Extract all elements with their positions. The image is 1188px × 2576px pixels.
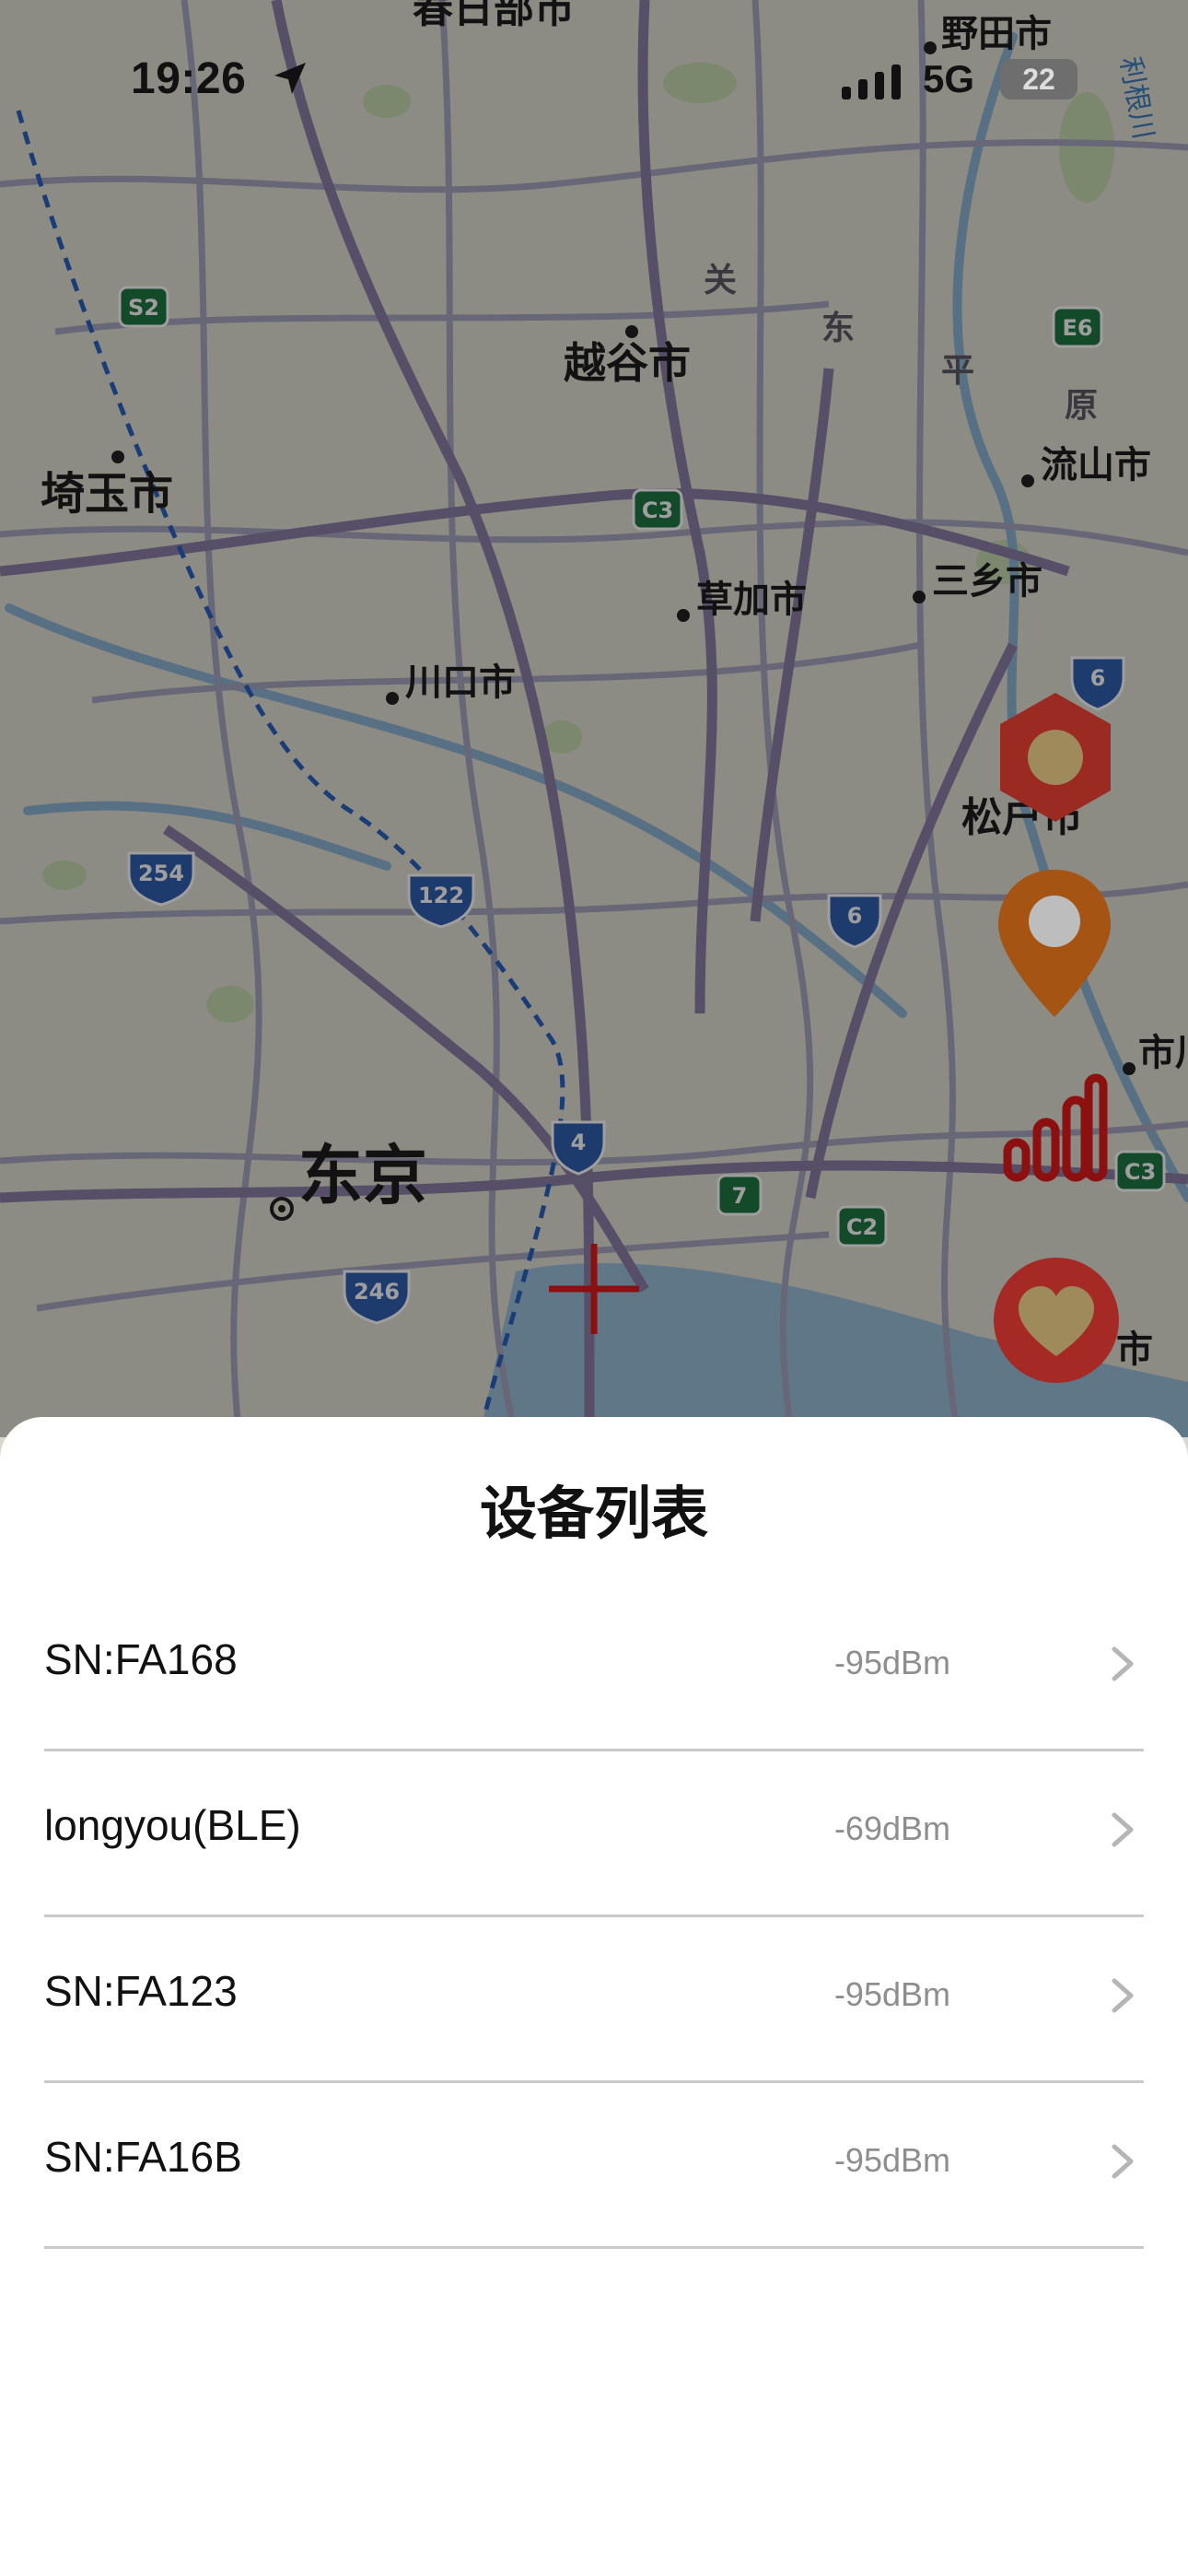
- map-label: 市川: [1138, 1032, 1188, 1074]
- map-label: 埼玉市: [41, 468, 173, 520]
- map-label: 市: [1116, 1329, 1153, 1371]
- map-label: 关: [704, 262, 737, 299]
- crosshair-icon: [549, 1244, 639, 1334]
- device-name: SN:FA168: [44, 1635, 238, 1683]
- device-rssi: -95dBm: [833, 1975, 950, 2013]
- chevron-right-icon: [1112, 1646, 1134, 1681]
- route-shield: C2: [846, 1214, 878, 1240]
- device-row[interactable]: SN:FA16B -95dBm: [44, 2080, 1144, 2249]
- map-label: 流山市: [1041, 444, 1151, 486]
- hexagon-marker-button[interactable]: [995, 689, 1116, 825]
- sheet-title: 设备列表: [479, 1482, 708, 1546]
- device-rssi: -69dBm: [833, 1809, 950, 1847]
- network-type: 5G: [923, 57, 975, 100]
- map-label: 东: [821, 310, 855, 347]
- signal-strength-button[interactable]: [1000, 1071, 1111, 1187]
- map-label: 野田市: [941, 13, 1052, 55]
- route-shield: 4: [571, 1130, 587, 1155]
- route-shield: 254: [138, 861, 184, 886]
- route-shield: 7: [732, 1183, 748, 1209]
- signal-icon: [842, 64, 901, 100]
- map-label: 平: [941, 352, 974, 390]
- route-shield: 246: [354, 1279, 400, 1305]
- device-row[interactable]: SN:FA168 -95dBm: [44, 1583, 1144, 1751]
- location-arrow-icon: [274, 63, 306, 94]
- route-shield: C3: [1124, 1159, 1156, 1185]
- battery-indicator: 22: [1000, 59, 1077, 100]
- location-pin-button[interactable]: [995, 864, 1114, 1023]
- device-name: SN:FA16B: [44, 2133, 242, 2181]
- heart-button[interactable]: [991, 1255, 1122, 1386]
- route-shield: 6: [847, 903, 863, 929]
- device-name: longyou(BLE): [44, 1801, 301, 1849]
- device-name: SN:FA123: [44, 1967, 238, 2015]
- map-label: 原: [1065, 387, 1098, 425]
- device-list-sheet: 设备列表 SN:FA168 -95dBm longyou(BLE) -69dBm…: [0, 1417, 1188, 2576]
- map-label: 川口市: [405, 662, 516, 704]
- device-row[interactable]: SN:FA123 -95dBm: [44, 1914, 1144, 2083]
- map-label: 春日部市: [413, 0, 575, 32]
- device-rssi: -95dBm: [833, 1644, 950, 1681]
- route-shield: 6: [1090, 665, 1106, 691]
- map-label: 三乡市: [932, 560, 1042, 603]
- route-shield: 122: [418, 883, 464, 908]
- route-shield: E6: [1062, 315, 1092, 341]
- map-label: 东京: [298, 1138, 427, 1213]
- device-rssi: -95dBm: [833, 2141, 950, 2179]
- status-time: 19:26: [131, 54, 247, 103]
- chevron-right-icon: [1112, 2144, 1134, 2179]
- chevron-right-icon: [1112, 1978, 1134, 2013]
- route-shield: S2: [128, 295, 159, 321]
- map-label: 草加市: [696, 579, 807, 621]
- chevron-right-icon: [1112, 1812, 1134, 1847]
- route-shield: C3: [642, 498, 673, 523]
- device-row[interactable]: longyou(BLE) -69dBm: [44, 1749, 1144, 1917]
- map-label: 越谷市: [564, 338, 691, 388]
